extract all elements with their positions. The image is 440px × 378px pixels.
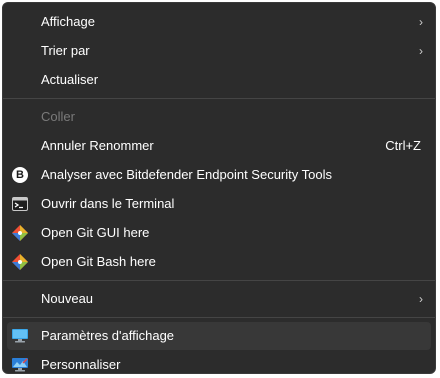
menu-separator bbox=[3, 98, 435, 99]
chevron-right-icon: › bbox=[419, 292, 423, 306]
menu-item-nouveau[interactable]: Nouveau › bbox=[7, 285, 431, 313]
menu-item-label: Annuler Renommer bbox=[41, 138, 154, 153]
menu-item-bitdefender-scan[interactable]: B Analyser avec Bitdefender Endpoint Sec… bbox=[7, 161, 431, 189]
chevron-right-icon: › bbox=[419, 44, 423, 58]
menu-item-label: Analyser avec Bitdefender Endpoint Secur… bbox=[41, 167, 332, 182]
git-icon bbox=[11, 224, 29, 242]
menu-separator bbox=[3, 317, 435, 318]
shortcut-label: Ctrl+Z bbox=[385, 138, 421, 153]
menu-item-trier-par[interactable]: Trier par › bbox=[7, 37, 431, 65]
menu-item-personnaliser[interactable]: Personnaliser bbox=[7, 351, 431, 373]
bitdefender-icon: B bbox=[11, 166, 29, 184]
menu-item-label: Ouvrir dans le Terminal bbox=[41, 196, 175, 211]
menu-item-label: Trier par bbox=[41, 43, 90, 58]
menu-item-label: Open Git Bash here bbox=[41, 254, 156, 269]
menu-item-annuler-renommer[interactable]: Annuler Renommer Ctrl+Z bbox=[7, 132, 431, 160]
menu-item-git-bash[interactable]: Open Git Bash here bbox=[7, 248, 431, 276]
menu-item-label: Affichage bbox=[41, 14, 95, 29]
personalize-icon bbox=[11, 356, 29, 373]
terminal-icon bbox=[11, 195, 29, 213]
menu-item-display-settings[interactable]: Paramètres d'affichage bbox=[7, 322, 431, 350]
menu-item-coller: Coller bbox=[7, 103, 431, 131]
menu-item-actualiser[interactable]: Actualiser bbox=[7, 66, 431, 94]
menu-item-label: Personnaliser bbox=[41, 357, 121, 372]
git-icon bbox=[11, 253, 29, 271]
menu-item-label: Actualiser bbox=[41, 72, 99, 87]
menu-separator bbox=[3, 280, 435, 281]
display-settings-icon bbox=[11, 327, 29, 345]
menu-item-label: Coller bbox=[41, 109, 75, 124]
menu-item-label: Open Git GUI here bbox=[41, 225, 150, 240]
menu-item-open-terminal[interactable]: Ouvrir dans le Terminal bbox=[7, 190, 431, 218]
context-menu: Affichage › Trier par › Actualiser Colle… bbox=[2, 2, 436, 374]
menu-item-label: Nouveau bbox=[41, 291, 94, 306]
bitdefender-letter: B bbox=[12, 167, 28, 183]
menu-item-git-gui[interactable]: Open Git GUI here bbox=[7, 219, 431, 247]
menu-item-label: Paramètres d'affichage bbox=[41, 328, 175, 343]
chevron-right-icon: › bbox=[419, 15, 423, 29]
menu-item-affichage[interactable]: Affichage › bbox=[7, 8, 431, 36]
